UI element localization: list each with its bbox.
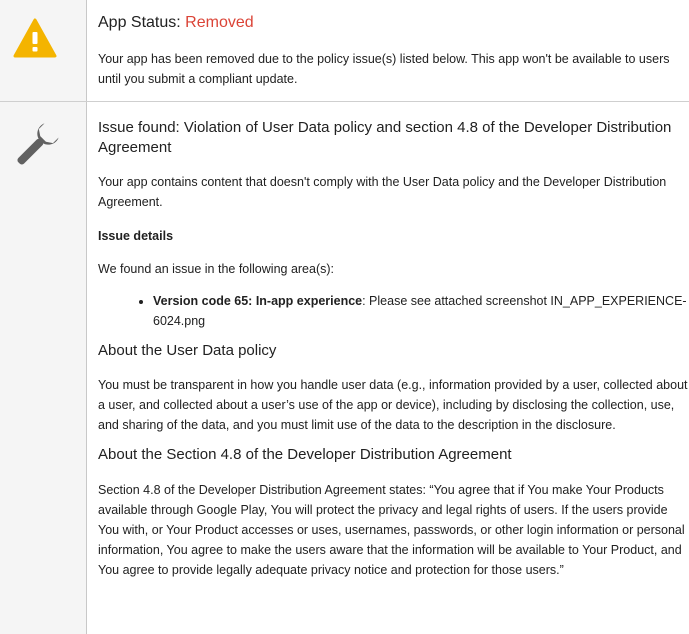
app-status-heading: App Status: Removed: [98, 13, 689, 33]
issue-row: Issue found: Violation of User Data poli…: [0, 102, 689, 634]
issue-title: Issue found: Violation of User Data poli…: [98, 119, 672, 156]
policy-notice: App Status: Removed Your app has been re…: [0, 0, 689, 634]
issue-item-version: Version code 65: In-app experience: [153, 294, 363, 308]
issue-content: Issue found: Violation of User Data poli…: [87, 102, 689, 634]
app-status-row: App Status: Removed Your app has been re…: [0, 0, 689, 102]
section-48-title: About the Section 4.8 of the Developer D…: [98, 446, 512, 463]
list-item: Version code 65: In-app experience: Plea…: [153, 291, 689, 331]
app-status-value: Removed: [185, 14, 254, 31]
user-data-policy-title: About the User Data policy: [98, 342, 277, 359]
app-status-label: App Status:: [98, 14, 186, 31]
issue-area-list: Version code 65: In-app experience: Plea…: [98, 291, 689, 331]
issue-icon-column: [0, 102, 87, 634]
issue-details-label: Issue details: [98, 229, 174, 243]
status-content: App Status: Removed Your app has been re…: [87, 0, 689, 101]
status-description: Your app has been removed due to the pol…: [98, 52, 670, 86]
user-data-policy-text: You must be transparent in how you handl…: [98, 378, 688, 432]
issue-area-intro: We found an issue in the following area(…: [98, 262, 335, 276]
warning-icon: [13, 18, 57, 58]
section-48-text: Section 4.8 of the Developer Distributio…: [98, 483, 685, 577]
wrench-icon: [17, 123, 59, 165]
issue-summary: Your app contains content that doesn't c…: [98, 175, 667, 209]
status-icon-column: [0, 0, 87, 101]
